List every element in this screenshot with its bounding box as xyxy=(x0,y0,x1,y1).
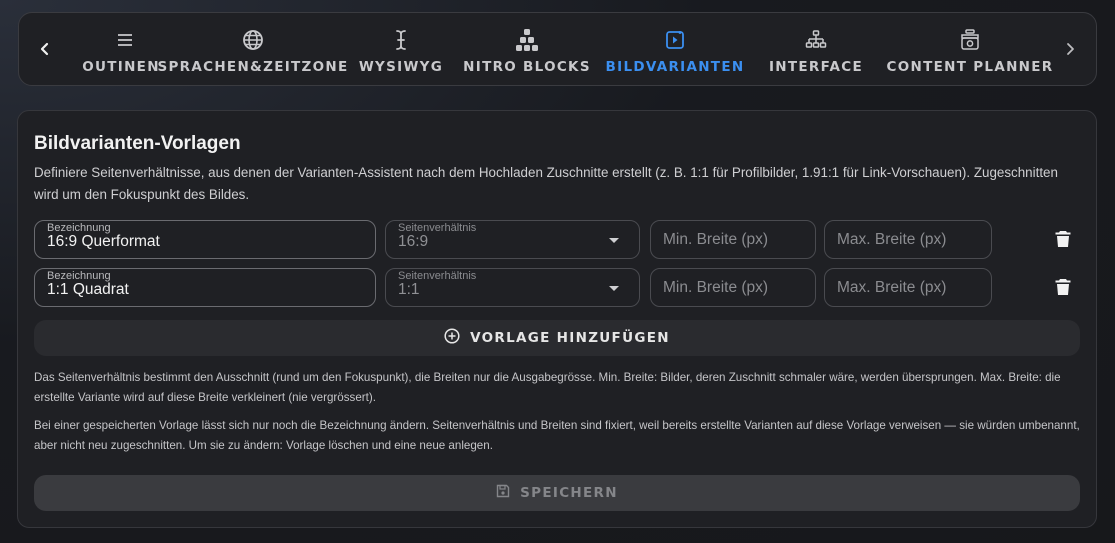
tab-wysiwyg[interactable]: WYSIWYG xyxy=(353,13,449,85)
max-width-input[interactable]: Max. Breite (px) xyxy=(824,268,992,307)
chevron-left-icon[interactable] xyxy=(33,37,57,61)
floppy-disk-icon xyxy=(496,484,510,503)
trash-icon[interactable] xyxy=(1052,228,1074,250)
save-button[interactable]: SPEICHERN xyxy=(34,475,1080,511)
field-placeholder: Max. Breite (px) xyxy=(837,279,947,296)
tab-label: BILDVARIANTEN xyxy=(605,59,745,75)
field-value: 16:9 Querformat xyxy=(47,233,160,250)
tab-label: CONTENT PLANNER xyxy=(886,59,1054,75)
text-cursor-icon xyxy=(394,27,408,53)
caret-down-icon xyxy=(609,286,619,291)
field-placeholder: Min. Breite (px) xyxy=(663,279,769,296)
tab-interface[interactable]: INTERFACE xyxy=(761,13,871,85)
tab-bildvarianten[interactable]: BILDVARIANTEN xyxy=(597,13,753,85)
tab-label: OUTINEN xyxy=(82,59,160,75)
tab-label: INTERFACE xyxy=(768,59,864,75)
tab-nitro-blocks[interactable]: NITRO BLOCKS xyxy=(463,13,590,85)
field-value: 1:1 xyxy=(398,281,420,298)
field-value: 16:9 xyxy=(398,233,429,250)
variant-templates-card: Bildvarianten-Vorlagen Definiere Seitenv… xyxy=(17,110,1097,528)
trash-icon[interactable] xyxy=(1052,276,1074,298)
plus-circle-icon xyxy=(444,327,460,349)
settings-tab-bar: OUTINEN SPRACHEN&ZEITZONE WYSIWYG NITRO … xyxy=(18,12,1097,86)
template-row: Bezeichnung 1:1 Quadrat Seitenverhältnis… xyxy=(34,268,1084,308)
add-template-label: VORLAGE HINZUFÜGEN xyxy=(470,330,670,346)
card-title: Bildvarianten-Vorlagen xyxy=(34,133,241,154)
field-placeholder: Min. Breite (px) xyxy=(663,231,769,248)
max-width-input[interactable]: Max. Breite (px) xyxy=(824,220,992,259)
template-name-field[interactable]: Bezeichnung 16:9 Querformat xyxy=(34,220,376,259)
tab-label: SPRACHEN&ZEITZONE xyxy=(157,59,349,75)
tab-sprachen-zeitzone[interactable]: SPRACHEN&ZEITZONE xyxy=(157,13,347,85)
chevron-right-icon[interactable] xyxy=(1058,37,1082,61)
tab-routinen[interactable]: OUTINEN xyxy=(71,13,160,85)
globe-icon xyxy=(242,27,264,53)
list-icon xyxy=(117,27,133,53)
add-template-button[interactable]: VORLAGE HINZUFÜGEN xyxy=(34,320,1080,356)
tab-content-planner[interactable]: CONTENT PLANNER xyxy=(885,13,1055,85)
tab-list: OUTINEN SPRACHEN&ZEITZONE WYSIWYG NITRO … xyxy=(71,13,1056,85)
caret-down-icon xyxy=(609,238,619,243)
sitemap-icon xyxy=(805,27,827,53)
help-text-widths: Das Seitenverhältnis bestimmt den Aussch… xyxy=(34,371,1061,404)
tab-label: WYSIWYG xyxy=(358,59,444,75)
field-value: 1:1 Quadrat xyxy=(47,281,129,298)
min-width-input[interactable]: Min. Breite (px) xyxy=(650,268,816,307)
template-name-field[interactable]: Bezeichnung 1:1 Quadrat xyxy=(34,268,376,307)
aspect-ratio-select[interactable]: Seitenverhältnis 1:1 xyxy=(385,268,640,307)
help-text-locked: Bei einer gespeicherten Vorlage lässt si… xyxy=(34,419,1080,452)
template-row: Bezeichnung 16:9 Querformat Seitenverhäl… xyxy=(34,220,1084,260)
planner-icon xyxy=(960,27,980,53)
card-description: Definiere Seitenverhältnisse, aus denen … xyxy=(34,165,1058,202)
image-variant-icon xyxy=(665,27,685,53)
field-placeholder: Max. Breite (px) xyxy=(837,231,947,248)
aspect-ratio-select[interactable]: Seitenverhältnis 16:9 xyxy=(385,220,640,259)
blocks-icon xyxy=(515,27,539,53)
min-width-input[interactable]: Min. Breite (px) xyxy=(650,220,816,259)
save-label: SPEICHERN xyxy=(520,485,618,501)
tab-label: NITRO BLOCKS xyxy=(463,59,591,75)
